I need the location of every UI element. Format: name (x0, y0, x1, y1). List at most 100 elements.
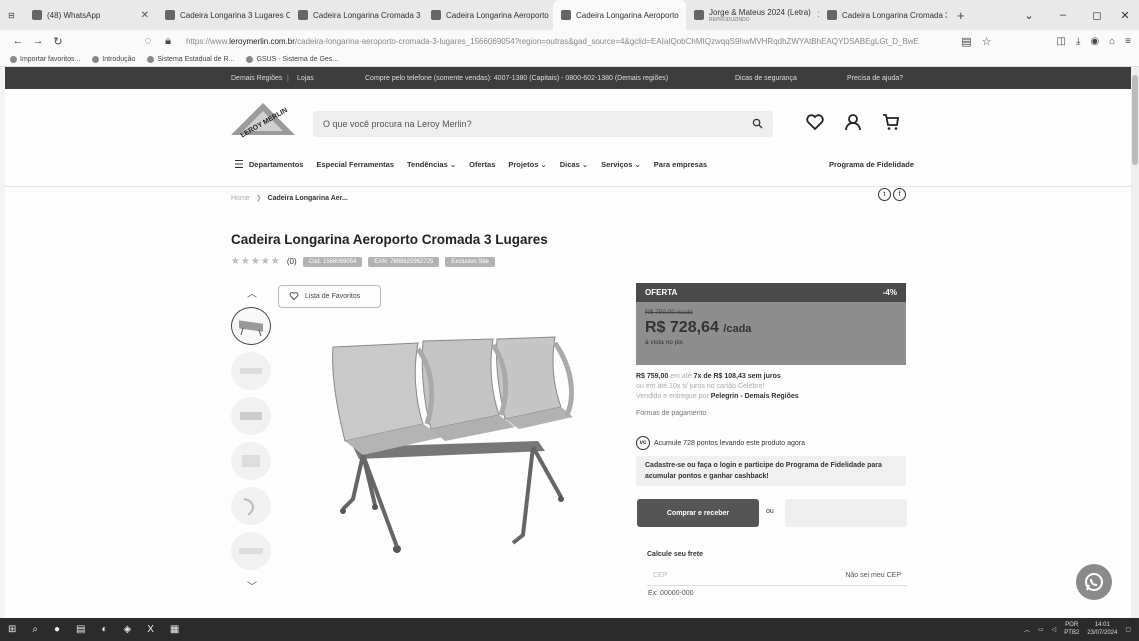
url-field[interactable]: https://www. leroymerlin.com.br/cadeira-l… (186, 32, 949, 50)
buy-button[interactable]: Comprar e receber (637, 499, 759, 527)
reader-view-icon[interactable]: ▤ (957, 35, 977, 48)
leroy-merlin-logo[interactable]: LEROY MERLIN (231, 101, 295, 139)
shield-icon[interactable]: ◌ (138, 35, 158, 47)
menu-ofertas[interactable]: Ofertas (469, 160, 495, 169)
cashback-banner[interactable]: Cadastre-se ou faça o login e participe … (636, 456, 906, 486)
thumbnail[interactable] (231, 442, 271, 480)
breadcrumb-home[interactable]: Home (231, 195, 250, 202)
toolbar-icons: ◫ ⤓ ◉ ⌂ ≡ (1057, 36, 1132, 47)
notifications-icon[interactable]: ▢ (1125, 626, 1131, 633)
cep-input[interactable]: CEP Não sei meu CEP (647, 566, 907, 586)
tab-music[interactable]: Jorge & Mateus 2024 (Letra)REPRODUZINDO✕ (686, 0, 819, 30)
top-info-strip: Demais Regiões | Lojas Compre pelo telef… (5, 67, 1131, 89)
restore-icon[interactable]: ◻ (1083, 9, 1111, 22)
language-indicator[interactable]: POR PTB2 (1064, 622, 1079, 636)
tab-list-icon[interactable]: ⌄ (1015, 9, 1043, 22)
tab-product-active[interactable]: Cadeira Longarina Aeroporto✕ (553, 0, 686, 30)
windows-start-icon[interactable]: ⊞ (8, 624, 16, 635)
whatsapp-icon (1085, 573, 1103, 591)
forward-icon[interactable]: → (28, 35, 48, 47)
page-scrollbar[interactable] (1131, 67, 1139, 618)
close-icon[interactable]: ✕ (135, 10, 149, 21)
thumbnail[interactable] (231, 307, 271, 345)
installments-line: R$ 759,00 em até 7x de R$ 108,43 sem jur… (636, 373, 781, 380)
menu-para-empresas[interactable]: Para empresas (654, 160, 707, 169)
menu-servicos[interactable]: Serviços ⌄ (601, 160, 641, 169)
bookmark-import[interactable]: Importar favoritos... (10, 55, 80, 63)
menu-tendencias[interactable]: Tendências ⌄ (407, 160, 456, 169)
account-icon[interactable]: ◉ (1090, 36, 1099, 47)
menu-programa-fidelidade[interactable]: Programa de Fidelidade (829, 160, 914, 169)
extensions-icon[interactable]: ⌂ (1109, 36, 1115, 47)
twitter-icon[interactable]: t (878, 188, 891, 201)
menu-departamentos[interactable]: Departamentos (249, 160, 304, 169)
whatsapp-icon (32, 10, 42, 20)
minimize-icon[interactable]: – (1043, 9, 1083, 21)
share-links: t f (878, 188, 906, 201)
bookmark-sistema[interactable]: Sistema Estadual de R... (147, 55, 234, 63)
clock[interactable]: 14:01 23/07/2024 (1087, 622, 1117, 636)
tab-whatsapp[interactable]: (48) WhatsApp ✕ (24, 0, 157, 30)
cart-icon[interactable] (881, 112, 901, 134)
thumbnail[interactable] (231, 352, 271, 390)
rating-count[interactable]: (0) (287, 257, 297, 266)
window-close-icon[interactable]: ✕ (1111, 9, 1139, 22)
regions-link[interactable]: Demais Regiões (231, 75, 282, 82)
network-icon[interactable]: ▭ (1038, 626, 1044, 633)
back-icon[interactable]: ← (8, 35, 28, 47)
volume-icon[interactable]: ◁ (1052, 626, 1057, 633)
chevron-down-icon[interactable]: ﹀ (231, 578, 273, 593)
download-icon[interactable]: ⤓ (1076, 36, 1080, 47)
close-icon[interactable]: ✕ (811, 10, 819, 21)
rating-stars-icon[interactable]: ★★★★★ (231, 256, 281, 267)
menu-dicas[interactable]: Dicas ⌄ (560, 160, 588, 169)
tray-chevron-icon[interactable]: ︿ (1024, 625, 1030, 634)
hamburger-icon[interactable]: ☰ (234, 158, 244, 171)
thumbnail[interactable] (231, 532, 271, 570)
seller-link[interactable]: Pelegrin - Demais Regiões (711, 393, 799, 400)
lock-icon[interactable]: 🔒︎ (158, 35, 178, 48)
stores-link[interactable]: Lojas (297, 75, 314, 82)
payment-forms-link[interactable]: Formas de pagamento (636, 410, 911, 417)
whatsapp-chat-button[interactable] (1076, 564, 1112, 600)
menu-especial-ferramentas[interactable]: Especial Ferramentas (316, 160, 394, 169)
search-input[interactable]: O que você procura na Leroy Merlin? (313, 111, 773, 137)
unknown-cep-link[interactable]: Não sei meu CEP (845, 572, 901, 579)
facebook-icon[interactable]: f (893, 188, 906, 201)
chevron-up-icon[interactable]: ︿ (231, 285, 273, 300)
thumbnail[interactable] (231, 487, 271, 525)
app-icon[interactable]: ◐ (102, 624, 108, 635)
tab-product-1[interactable]: Cadeira Longarina 3 Lugares C✕ (157, 0, 290, 30)
user-icon[interactable] (843, 112, 863, 134)
tab-product-2[interactable]: Cadeira Longarina Cromada 3✕ (290, 0, 423, 30)
sheet-icon[interactable]: ▦ (170, 624, 179, 635)
product-meta: ★★★★★ (0) Cód. 1566069054 EAN: 789862596… (231, 256, 495, 267)
cortana-icon[interactable]: ● (54, 624, 60, 635)
thumbnail[interactable] (231, 397, 271, 435)
new-tab-icon[interactable]: + (947, 8, 975, 23)
search-icon[interactable]: ⌕ (32, 624, 38, 635)
favorites-button[interactable]: Lista de Favoritos (278, 285, 381, 308)
tab-product-4[interactable]: Cadeira Longarina Cromada 3✕ (819, 0, 947, 30)
close-icon[interactable]: ✕ (679, 10, 686, 21)
tab-product-3[interactable]: Cadeira Longarina Aeroporto✕ (423, 0, 553, 30)
excel-icon[interactable]: X (147, 624, 154, 635)
pocket-icon[interactable]: ◫ (1057, 36, 1066, 47)
safety-tips-link[interactable]: Dicas de segurança (735, 75, 797, 82)
product-image[interactable] (323, 329, 583, 555)
heart-icon[interactable] (805, 112, 825, 134)
reload-icon[interactable]: ↻ (48, 35, 68, 48)
firefox-icon[interactable]: ◈ (124, 624, 132, 635)
help-link[interactable]: Precisa de ajuda? (847, 75, 903, 82)
search-icon[interactable] (752, 118, 763, 131)
scrollbar-thumb[interactable] (1132, 75, 1138, 165)
bookmark-intro[interactable]: Introdução (92, 55, 135, 63)
bookmark-star-icon[interactable]: ☆ (977, 35, 997, 48)
task-view-icon[interactable]: ▤ (76, 624, 85, 635)
menu-projetos[interactable]: Projetos ⌄ (508, 160, 546, 169)
alternate-purchase-button[interactable] (785, 499, 907, 527)
tab-actions-icon[interactable]: ⊟ (0, 0, 24, 30)
menu-icon[interactable]: ≡ (1125, 36, 1131, 47)
window-controls: ⌄ – ◻ ✕ (1015, 0, 1139, 30)
bookmark-gsus[interactable]: GSUS - Sistema de Ges... (246, 55, 338, 63)
